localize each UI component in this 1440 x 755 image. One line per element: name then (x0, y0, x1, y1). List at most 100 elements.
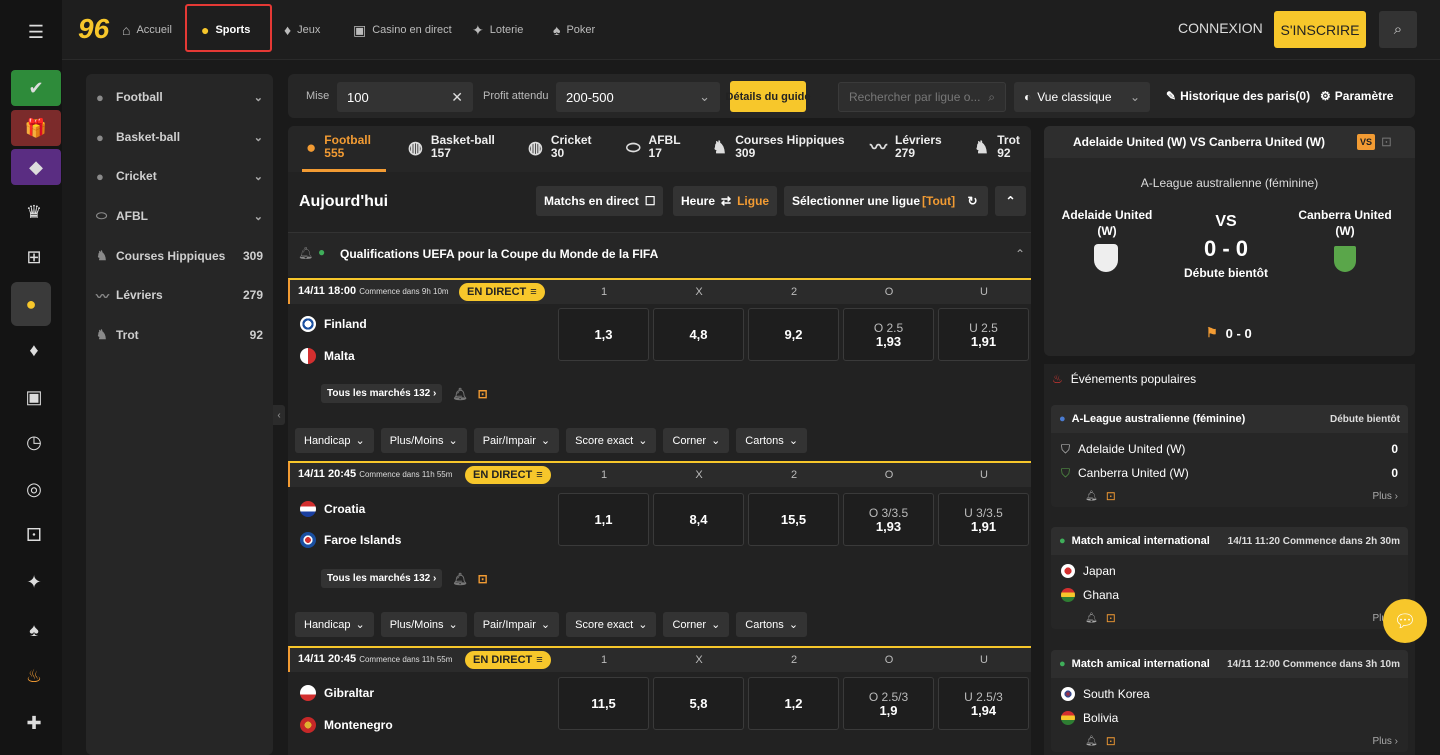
popular-event[interactable]: ● Match amical international 14/11 11:20 C… (1051, 527, 1408, 629)
odd-x[interactable]: 8,4 (653, 493, 744, 546)
odd-1[interactable]: 1,1 (558, 493, 649, 546)
odd-over[interactable]: O 2.5 1,93 (843, 308, 934, 361)
field-icon[interactable]: ⊡ (1106, 489, 1116, 503)
menu-icon[interactable]: ☰ (11, 14, 61, 50)
stake-input[interactable]: 100 ✕ (337, 82, 473, 112)
nav-sports[interactable]: ● Sports (201, 0, 250, 60)
chevron-up-icon[interactable]: ⌃ (1015, 247, 1025, 261)
collapse-all-button[interactable]: ⌃ (995, 186, 1026, 216)
odd-x[interactable]: 4,8 (653, 308, 744, 361)
filter-handicap[interactable]: Handicap ⌄ (295, 428, 374, 453)
sports-rail-icon[interactable]: ● (11, 282, 51, 326)
bell-icon[interactable]: 🔔︎ (1085, 613, 1098, 624)
clock-icon[interactable]: ◷ (14, 424, 54, 460)
sidebar-item-afbl[interactable]: ⬭ AFBL ⌄ (96, 204, 263, 228)
sidebar-item-football[interactable]: ● Football ⌄ (96, 85, 263, 109)
filter-handicap[interactable]: Handicap ⌄ (295, 612, 374, 637)
odd-1[interactable]: 11,5 (558, 677, 649, 730)
sidebar-item-horse-racing[interactable]: ♞ Courses Hippiques 309 (96, 244, 263, 268)
popular-event[interactable]: ● A-League australienne (féminine) Débute … (1051, 405, 1408, 507)
tab-cricket[interactable]: ◍ Cricket 30 (528, 134, 592, 160)
filter-pair-impair[interactable]: Pair/Impair ⌄ (473, 428, 560, 453)
league-header[interactable]: 🔔︎ ● Qualifications UEFA pour la Coupe d… (288, 232, 1031, 276)
odd-1[interactable]: 1,3 (558, 308, 649, 361)
chat-button[interactable]: 💬︎ (1383, 599, 1427, 643)
tab-trot[interactable]: ♞ Trot 92 (974, 134, 1020, 160)
settings-button[interactable]: ⚙ Paramètre (1320, 89, 1393, 103)
tab-horse-racing[interactable]: ♞ Courses Hippiques 309 (712, 134, 845, 160)
nav-poker[interactable]: ♠ Poker (553, 0, 595, 60)
globe-icon[interactable]: ◎ (14, 471, 54, 507)
odd-2[interactable]: 9,2 (748, 308, 839, 361)
tab-basketball[interactable]: ◍ Basket-ball 157 (408, 134, 495, 160)
filter-corner[interactable]: Corner ⌄ (663, 612, 730, 637)
field-icon[interactable]: ⊡ (478, 572, 488, 586)
filter-pair-impair[interactable]: Pair/Impair ⌄ (473, 612, 560, 637)
sidebar-item-greyhounds[interactable]: 〰 Lévriers 279 (96, 283, 263, 307)
sidebar-item-basketball[interactable]: ● Basket-ball ⌄ (96, 125, 263, 149)
bell-icon[interactable]: 🔔︎ (1085, 736, 1098, 747)
sidebar-collapse-button[interactable]: ‹ (273, 405, 285, 425)
odd-under[interactable]: U 2.5/3 1,94 (938, 677, 1029, 730)
league-search-input[interactable]: Rechercher par ligue o... ⌕ (838, 82, 1006, 112)
fire-icon[interactable]: ♨ (14, 658, 54, 694)
filter-corner[interactable]: Corner ⌄ (663, 428, 730, 453)
refresh-button[interactable]: ↻ (957, 186, 988, 216)
guide-button[interactable]: Détails du guide (726, 81, 810, 112)
bet-history-button[interactable]: ✎ Historique des paris(0) (1166, 89, 1310, 103)
bell-icon[interactable]: 🔔︎ (1085, 491, 1098, 502)
sort-toggle[interactable]: Heure ⇄ Ligue (673, 186, 778, 216)
filter-plus-moins[interactable]: Plus/Moins ⌄ (380, 612, 467, 637)
all-markets-button[interactable]: Tous les marchés 132 › (321, 569, 443, 588)
nav-loterie[interactable]: ✦ Loterie (472, 0, 523, 60)
casino-icon[interactable]: ▣ (14, 379, 54, 415)
promo-icon-2[interactable]: 🎁 (11, 110, 61, 146)
bell-icon[interactable]: 🔔︎ (452, 572, 467, 586)
more-link[interactable]: Plus › (1372, 736, 1398, 747)
filter-score-exact[interactable]: Score exact ⌄ (566, 428, 657, 453)
sidebar-item-cricket[interactable]: ● Cricket ⌄ (96, 164, 263, 188)
odd-2[interactable]: 1,2 (748, 677, 839, 730)
checkbox-icon[interactable]: ☐ (645, 194, 656, 208)
nav-casino[interactable]: ▣ Casino en direct (353, 0, 452, 60)
filter-cartons[interactable]: Cartons ⌄ (736, 612, 808, 637)
tab-greyhounds[interactable]: 〰 Lévriers 279 (870, 134, 942, 160)
filter-score-exact[interactable]: Score exact ⌄ (566, 612, 657, 637)
vs-badge[interactable]: VS (1357, 134, 1375, 150)
odd-over[interactable]: O 3/3.5 1,93 (843, 493, 934, 546)
promo-icon-3[interactable]: ◆ (11, 149, 61, 185)
odd-x[interactable]: 5,8 (653, 677, 744, 730)
promo-icon-1[interactable]: ✔ (11, 70, 61, 106)
nav-accueil[interactable]: ⌂ Accueil (122, 0, 172, 60)
lottery-icon[interactable]: ✦ (14, 564, 54, 600)
live-matches-toggle[interactable]: Matchs en direct ☐ (536, 186, 664, 216)
sidebar-item-trot[interactable]: ♞ Trot 92 (96, 323, 263, 347)
profit-select[interactable]: 200-500 ⌄ (556, 82, 720, 112)
gamepad-icon[interactable]: ✚ (14, 705, 54, 741)
popular-event[interactable]: ● Match amical international 14/11 12:00 C… (1051, 650, 1408, 752)
field-icon[interactable]: ⊡ (1381, 134, 1392, 150)
login-button[interactable]: CONNEXION (1178, 20, 1263, 36)
field-icon[interactable]: ⊡ (1106, 611, 1116, 625)
bell-icon[interactable]: 🔔︎ (452, 387, 467, 401)
tab-football[interactable]: ● Football 555 (306, 134, 371, 160)
crown-icon[interactable]: ♛ (14, 194, 54, 230)
filter-plus-moins[interactable]: Plus/Moins ⌄ (380, 428, 467, 453)
clear-icon[interactable]: ✕ (451, 89, 463, 106)
field-icon[interactable]: ⊡ (1106, 734, 1116, 748)
odd-2[interactable]: 15,5 (748, 493, 839, 546)
games-icon[interactable]: ♦ (14, 332, 54, 368)
poker-icon[interactable]: ♠ (14, 612, 54, 648)
select-league-button[interactable]: Sélectionner une ligue [Tout] (784, 186, 964, 216)
odd-over[interactable]: O 2.5/3 1,9 (843, 677, 934, 730)
logo[interactable]: 96 (78, 13, 109, 45)
search-button[interactable]: ⌕ (1379, 11, 1417, 48)
nav-jeux[interactable]: ♦ Jeux (284, 0, 320, 60)
all-markets-button[interactable]: Tous les marchés 132 › (321, 384, 443, 403)
tab-afbl[interactable]: ⬭ AFBL 17 (626, 134, 681, 160)
filter-cartons[interactable]: Cartons ⌄ (736, 428, 808, 453)
dice-icon[interactable]: ⚀ (14, 517, 54, 553)
view-mode-select[interactable]: ◐ Vue classique ⌄ (1014, 82, 1150, 112)
odd-under[interactable]: U 3/3.5 1,91 (938, 493, 1029, 546)
gift-icon[interactable]: ⊞ (14, 239, 54, 275)
